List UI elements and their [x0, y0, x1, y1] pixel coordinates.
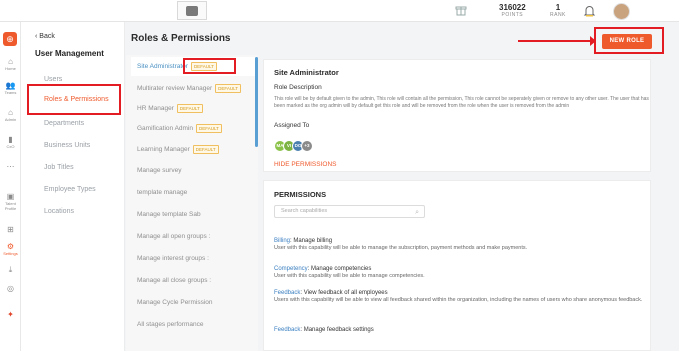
- permission-item: Competency: Manage competencies User wit…: [274, 266, 425, 279]
- user-management-sidebar: ‹ Back User Management Users Roles & Per…: [21, 22, 125, 351]
- points-stat[interactable]: 316022 POINTS: [499, 3, 526, 19]
- globe-icon: ◎: [7, 284, 14, 293]
- role-item[interactable]: HR Manager DEFAULT: [131, 99, 256, 118]
- points-label: POINTS: [501, 12, 524, 18]
- icon-rail: ⊕ ⌂ Home 👥 Teams ⌂ Admin ▮ CxO ⋯ ▣ Talen…: [0, 22, 21, 351]
- talent-icon: ▣: [6, 192, 15, 201]
- teams-icon: 👥: [5, 81, 16, 90]
- hide-permissions-link[interactable]: HIDE PERMISSIONS: [274, 161, 336, 168]
- roles-list: Site Administrator DEFAULT Multirater re…: [126, 55, 258, 351]
- role-item[interactable]: template manage: [131, 183, 256, 202]
- assigned-to-label: Assigned To: [274, 122, 310, 129]
- rail-cxo[interactable]: ▮ CxO: [0, 135, 21, 149]
- role-item[interactable]: All stages performance: [131, 315, 256, 334]
- company-logo[interactable]: [177, 1, 207, 20]
- rank-stat[interactable]: 1 RANK: [550, 3, 566, 19]
- more-assignees-badge[interactable]: +3: [301, 140, 313, 152]
- sidebar-section-title: User Management: [35, 49, 104, 58]
- gift-icon[interactable]: [454, 4, 468, 18]
- default-highlight-box: [183, 58, 236, 74]
- role-description-text: This role will be by default given to th…: [274, 96, 649, 109]
- page-title: Roles & Permissions: [131, 33, 231, 44]
- permissions-title: PERMISSIONS: [274, 190, 327, 199]
- permissions-card: PERMISSIONS Search capabilities ⌕ Billin…: [263, 180, 651, 351]
- admin-icon: ⌂: [8, 108, 13, 117]
- home-icon: ⌂: [8, 57, 13, 66]
- role-item[interactable]: Learning Manager DEFAULT: [131, 140, 256, 159]
- assignee-avatars[interactable]: MA VI DO +3: [274, 140, 313, 152]
- default-badge: DEFAULT: [215, 84, 242, 93]
- sidebar-item-employee-types[interactable]: Employee Types: [44, 186, 96, 193]
- sidebar-item-users[interactable]: Users: [44, 76, 62, 83]
- permission-item: Feedback: Manage feedback settings: [274, 327, 374, 333]
- capability-search-input[interactable]: Search capabilities ⌕: [274, 205, 425, 218]
- role-description-label: Role Description: [274, 84, 322, 91]
- default-badge: DEFAULT: [196, 124, 222, 133]
- rail-talent-profile[interactable]: ▣ Talent Profile: [0, 192, 21, 211]
- rail-teams[interactable]: 👥 Teams: [0, 81, 21, 95]
- role-detail-title: Site Administrator: [274, 68, 339, 77]
- role-item[interactable]: Gamification Admin DEFAULT: [131, 119, 256, 138]
- rail-grid[interactable]: ⊞: [0, 225, 21, 234]
- rail-admin[interactable]: ⌂ Admin: [0, 108, 21, 122]
- download-icon: ⤓: [8, 265, 13, 274]
- role-item[interactable]: Multirater review Manager DEFAULT: [131, 79, 256, 98]
- settings-icon: ⚙: [6, 242, 15, 251]
- role-item[interactable]: Manage interest groups :: [131, 249, 256, 268]
- logo-mark-icon: [186, 5, 198, 16]
- points-value: 316022: [499, 3, 526, 12]
- app-switch-icon[interactable]: ⊕: [3, 32, 17, 46]
- sidebar-item-business-units[interactable]: Business Units: [44, 142, 90, 149]
- back-arrow-icon: ‹: [35, 33, 38, 40]
- sidebar-item-locations[interactable]: Locations: [44, 208, 74, 215]
- default-badge: DEFAULT: [176, 104, 203, 113]
- sidebar-item-departments[interactable]: Departments: [44, 120, 84, 127]
- role-detail-card: Site Administrator Role Description This…: [263, 59, 651, 172]
- rail-download[interactable]: ⤓: [0, 265, 21, 274]
- grid-icon: ⊞: [7, 225, 14, 234]
- new-role-button[interactable]: NEW ROLE: [602, 34, 652, 49]
- sidebar-item-job-titles[interactable]: Job Titles: [44, 164, 74, 171]
- user-avatar[interactable]: [613, 3, 630, 20]
- rail-settings[interactable]: ⚙ Settings: [0, 242, 21, 256]
- role-item[interactable]: Manage template Sab: [131, 205, 256, 224]
- notifications-bell-icon[interactable]: [583, 4, 596, 18]
- rail-globe[interactable]: ◎: [0, 284, 21, 293]
- back-link[interactable]: ‹ Back: [35, 33, 55, 40]
- back-label: Back: [39, 33, 55, 40]
- permission-item: Billing: Manage billing User with this c…: [274, 238, 528, 251]
- default-badge: DEFAULT: [192, 145, 219, 154]
- role-item[interactable]: Manage all open groups :: [131, 227, 256, 246]
- rail-brand[interactable]: ✦: [0, 310, 21, 319]
- roles-scrollbar[interactable]: [255, 57, 258, 147]
- roles-highlight-box: [27, 84, 121, 115]
- role-item[interactable]: Manage survey: [131, 161, 256, 180]
- search-icon: ⌕: [415, 209, 419, 216]
- rail-more[interactable]: ⋯: [0, 162, 21, 171]
- rank-label: RANK: [550, 12, 566, 18]
- brand-mark-icon: ✦: [7, 310, 14, 319]
- chart-icon: ▮: [8, 135, 13, 144]
- annotation-arrow: [518, 36, 596, 46]
- more-icon: ⋯: [6, 162, 15, 171]
- top-bar: 316022 POINTS 1 RANK: [0, 0, 679, 22]
- rank-value: 1: [555, 3, 561, 12]
- role-item[interactable]: Manage all close groups :: [131, 271, 256, 290]
- role-item[interactable]: Manage Cycle Permission: [131, 293, 256, 312]
- rail-home[interactable]: ⌂ Home: [0, 57, 21, 71]
- permission-item: Feedback: View feedback of all employees…: [274, 290, 643, 303]
